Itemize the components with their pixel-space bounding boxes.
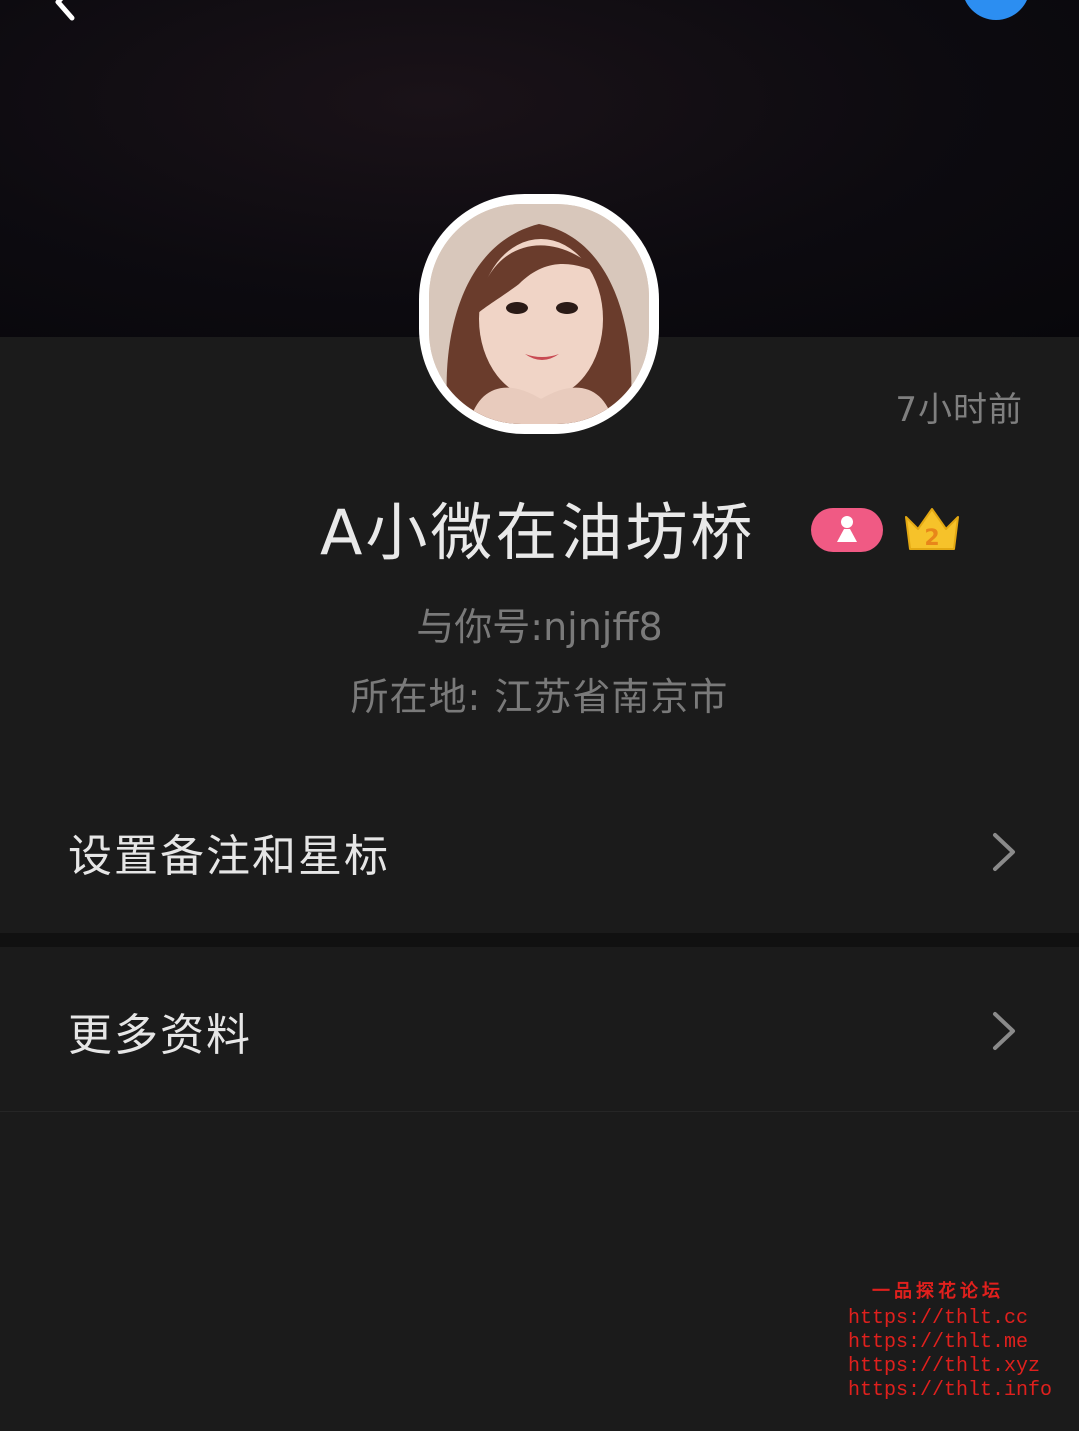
- crown-icon: 2: [905, 508, 959, 551]
- vip-level: 2: [924, 526, 939, 551]
- portrait-illustration: [429, 204, 649, 424]
- name-row: A小微在油坊桥 2: [0, 495, 1079, 575]
- section-divider: [0, 933, 1079, 947]
- account-id: 与你号:njnjff8: [416, 605, 663, 649]
- female-icon: [837, 516, 857, 542]
- last-active-time: 7小时前: [895, 390, 1023, 430]
- chevron-left-icon[interactable]: [44, 0, 84, 22]
- display-name: A小微在油坊桥: [320, 496, 756, 569]
- profile-page: 7小时前 A小微在油坊桥 2 与你号:njnjff8 所在地: 江苏省南京市 设…: [0, 0, 1079, 1431]
- watermark-url: https://thlt.info: [848, 1379, 1053, 1402]
- menu-item-label: 更多资料: [68, 1010, 252, 1061]
- chevron-right-icon: [993, 833, 1015, 871]
- location: 所在地: 江苏省南京市: [350, 675, 729, 719]
- watermark: 一品探花论坛 https://thlt.cc https://thlt.me h…: [848, 1279, 1053, 1403]
- gender-badge: [811, 508, 883, 552]
- watermark-url: https://thlt.cc: [848, 1307, 1029, 1330]
- avatar[interactable]: [419, 194, 659, 434]
- watermark-title: 一品探花论坛: [872, 1283, 1004, 1303]
- watermark-url: https://thlt.xyz: [848, 1355, 1041, 1378]
- watermark-url: https://thlt.me: [848, 1331, 1029, 1354]
- more-info-item[interactable]: 更多资料: [0, 951, 1079, 1111]
- list-bottom-divider: [0, 1111, 1079, 1112]
- set-remark-and-star-item[interactable]: 设置备注和星标: [0, 772, 1079, 932]
- profile-photo: [429, 204, 649, 424]
- chevron-right-icon: [993, 1012, 1015, 1050]
- menu-item-label: 设置备注和星标: [68, 831, 390, 882]
